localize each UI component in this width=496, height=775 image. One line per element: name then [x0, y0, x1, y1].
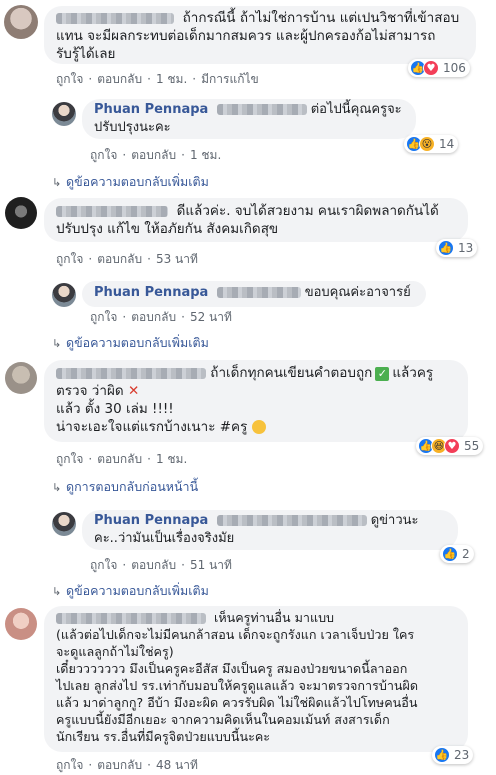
comment-bubble: เห็นครูท่านอื่น มาแบบ (แล้วต่อไปเด็กจะไม…: [44, 606, 468, 752]
avatar[interactable]: [5, 197, 37, 229]
reply-link[interactable]: ตอบกลับ: [97, 758, 142, 772]
comment-actions: ถูกใจ · ตอบกลับ · 53 นาที: [56, 252, 198, 266]
reply-actions: ถูกใจ · ตอบกลับ · 1 ชม.: [90, 148, 222, 162]
reply-author[interactable]: Phuan Pennapa: [94, 513, 208, 528]
reaction-summary[interactable]: 👍 2: [440, 545, 474, 563]
timestamp[interactable]: 1 ชม.: [156, 72, 187, 86]
comment-bubble: ดีแล้วค่ะ. จบได้สวยงาม คนเราผิดพลาดกันได…: [44, 198, 468, 242]
comment-text: ไปเลย ลูกส่งไป รร.เท่ากับมอบให้ครูดูแลแล…: [56, 678, 419, 693]
blurred-author-name[interactable]: [56, 367, 206, 379]
comment-text: แทน จะมีผลกระทบต่อเด็กมากสมควร และผู้ปกค…: [56, 28, 436, 44]
like-link[interactable]: ถูกใจ: [90, 558, 117, 572]
edited-label[interactable]: มีการแก้ไข: [201, 72, 259, 86]
like-link[interactable]: ถูกใจ: [56, 72, 83, 86]
avatar[interactable]: [5, 362, 37, 394]
comment-text: ปรับปรุง แก้ไข ให้อภัยกัน สังคมเกิดสุข: [56, 221, 279, 237]
comment-text: นักเรียน รร.อื่นที่มีครูจิตป่วยแบบนี้นะค…: [56, 729, 271, 744]
comment-text: ดีแล้วค่ะ. จบได้สวยงาม คนเราผิดพลาดกันได…: [176, 203, 439, 219]
reaction-summary[interactable]: 👍 ♥ 106: [408, 59, 470, 77]
timestamp[interactable]: 1 ชม.: [156, 452, 187, 466]
reply-bubble: Phuan Pennapa ต่อไปนี้คุณครูจะ ปรับปรุงน…: [82, 99, 416, 139]
reply-bubble: Phuan Pennapa ขอบคุณค่ะอาจารย์: [82, 281, 426, 307]
comment-actions: ถูกใจ · ตอบกลับ · 1 ชม. · มีการแก้ไข: [56, 72, 259, 86]
timestamp[interactable]: 1 ชม.: [190, 148, 221, 162]
comment-text: จะดูแลลูกถ้าไม่ใช่ครู): [56, 644, 174, 659]
reply-link[interactable]: ตอบกลับ: [97, 72, 142, 86]
comment-text: น่าจะเอะใจแต่แรกบ้างเนาะ #ครู: [56, 419, 248, 435]
avatar[interactable]: [52, 102, 76, 126]
like-link[interactable]: ถูกใจ: [56, 452, 83, 466]
comment-text: แล้ว มาด่าลูกกู? อีบ้า มึงอะผิด ควรรับผิ…: [56, 695, 418, 710]
comment-bubble: ถ้ากรณีนี้ ถ้าไม่ใช่การบ้าน แต่เปนวิชาที…: [44, 6, 476, 64]
view-previous-replies[interactable]: ↳ ดูการตอบกลับก่อนหน้านี้: [52, 477, 198, 497]
reply-arrow-icon: ↳: [52, 585, 62, 598]
view-more-replies[interactable]: ↳ ดูข้อความตอบกลับเพิ่มเติม: [52, 172, 209, 192]
reaction-summary[interactable]: 👍 23: [432, 746, 474, 764]
like-link[interactable]: ถูกใจ: [90, 148, 117, 162]
blurred-text: [216, 287, 301, 298]
timestamp[interactable]: 52 นาที: [190, 310, 232, 324]
comment-text: ตรวจ ว่าผิด: [56, 383, 124, 399]
timestamp[interactable]: 53 นาที: [156, 252, 198, 266]
reaction-summary[interactable]: 👍 13: [436, 239, 478, 257]
reply-link[interactable]: ตอบกลับ: [131, 148, 176, 162]
comment-bubble: ถ้าเด็กทุกคนเขียนคำตอบถูก ✓ แล้วครู ตรวจ ว…: [44, 360, 468, 442]
cross-mark-icon: ✕: [127, 383, 140, 399]
blurred-text: [216, 104, 307, 115]
reply-link[interactable]: ตอบกลับ: [131, 558, 176, 572]
comment-text: ถ้ากรณีนี้ ถ้าไม่ใช่การบ้าน แต่เปนวิชาที…: [182, 10, 460, 26]
like-icon: 👍: [438, 240, 454, 256]
reply-link[interactable]: ตอบกลับ: [97, 252, 142, 266]
reaction-summary[interactable]: 👍 😆 ♥ 55: [416, 437, 484, 455]
like-link[interactable]: ถูกใจ: [90, 310, 117, 324]
reply-text: ปรับปรุงนะคะ: [94, 120, 171, 135]
like-icon: 👍: [434, 747, 450, 763]
timestamp[interactable]: 48 นาที: [156, 758, 198, 772]
blurred-author-name[interactable]: [56, 12, 174, 24]
reaction-summary[interactable]: 👍 😮 14: [404, 135, 459, 153]
blurred-author-name[interactable]: [56, 205, 168, 217]
comment-text: แล้ว ตั้ง 30 เล่ม !!!!: [56, 401, 174, 417]
reply-author[interactable]: Phuan Pennapa: [94, 102, 208, 117]
reply-actions: ถูกใจ · ตอบกลับ · 51 นาที: [90, 558, 232, 572]
comment-text: แล้วครู: [392, 365, 434, 381]
like-link[interactable]: ถูกใจ: [56, 758, 83, 772]
comment-text: ครูแบบนี้ยังมีอีกเยอะ จากความคิดเห็นในคอ…: [56, 712, 390, 727]
reply-arrow-icon: ↳: [52, 176, 62, 189]
reply-text: ขอบคุณค่ะอาจารย์: [304, 285, 411, 300]
love-icon: ♥: [423, 60, 439, 76]
avatar[interactable]: [4, 5, 38, 39]
blurred-text: [216, 515, 367, 526]
reply-link[interactable]: ตอบกลับ: [131, 310, 176, 324]
wow-icon: 😮: [419, 136, 435, 152]
comment-actions: ถูกใจ · ตอบกลับ · 48 นาที: [56, 758, 198, 772]
blurred-author-name[interactable]: [56, 613, 206, 624]
love-icon: ♥: [444, 438, 460, 454]
reply-text: ต่อไปนี้คุณครูจะ: [310, 102, 402, 117]
reply-bubble: Phuan Pennapa ดูข่าวนะ คะ..ว่ามันเป็นเรื…: [82, 510, 458, 550]
comment-text: รับรู้ได้เลย: [56, 46, 116, 62]
reply-author[interactable]: Phuan Pennapa: [94, 285, 208, 300]
avatar[interactable]: [52, 512, 76, 536]
like-link[interactable]: ถูกใจ: [56, 252, 83, 266]
comment-text: ถ้าเด็กทุกคนเขียนคำตอบถูก: [210, 365, 373, 381]
reply-link[interactable]: ตอบกลับ: [97, 452, 142, 466]
smirk-emoji-icon: [251, 420, 266, 434]
like-icon: 👍: [442, 546, 458, 562]
view-more-replies[interactable]: ↳ ดูข้อความตอบกลับเพิ่มเติม: [52, 581, 209, 601]
comment-text: เดี๋ยววววววว มึงเป็นครูคะอีสัส มึงเป็นคร…: [56, 661, 408, 676]
timestamp[interactable]: 51 นาที: [190, 558, 232, 572]
reply-text: ดูข่าวนะ: [370, 513, 419, 528]
avatar[interactable]: [52, 283, 76, 307]
comment-text: เห็นครูท่านอื่น มาแบบ: [214, 610, 335, 625]
comment-actions: ถูกใจ · ตอบกลับ · 1 ชม.: [56, 452, 188, 466]
comment-text: (แล้วต่อไปเด็กจะไม่มีคนกล้าสอน เด็กจะถูก…: [56, 627, 415, 642]
reply-actions: ถูกใจ · ตอบกลับ · 52 นาที: [90, 310, 232, 324]
reply-arrow-icon: ↳: [52, 337, 62, 350]
avatar[interactable]: [5, 608, 37, 640]
view-more-replies[interactable]: ↳ ดูข้อความตอบกลับเพิ่มเติม: [52, 333, 209, 353]
reply-arrow-icon: ↳: [52, 481, 62, 494]
reply-text: คะ..ว่ามันเป็นเรื่องจริงมัย: [94, 531, 235, 546]
check-mark-icon: ✓: [375, 367, 390, 381]
